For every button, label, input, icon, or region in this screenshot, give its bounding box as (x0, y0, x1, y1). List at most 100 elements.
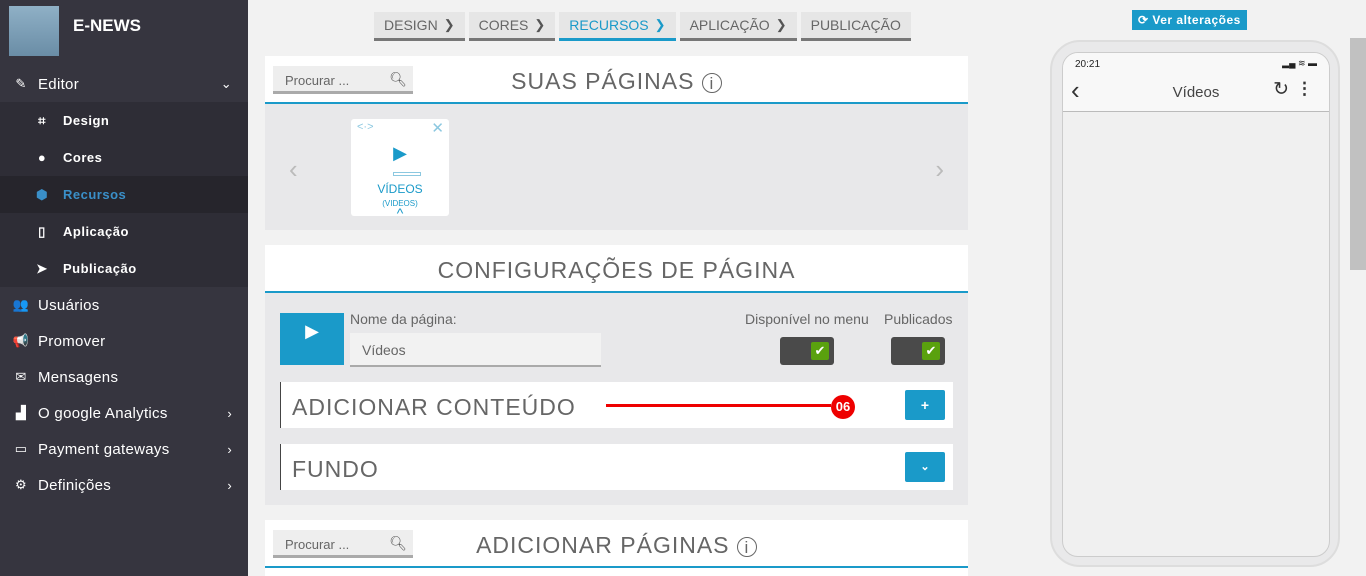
page-icon-button[interactable]: ▶ (280, 313, 344, 365)
users-icon: 👥 (12, 297, 30, 312)
label: RECURSOS (569, 17, 649, 33)
play-icon: ▶ (305, 321, 319, 341)
add-content-button[interactable]: + (905, 390, 945, 420)
sidebar-item-payment[interactable]: ▭ Payment gateways › (0, 431, 248, 467)
credit-card-icon: ▭ (14, 441, 28, 456)
label: CORES (478, 17, 529, 33)
label: PUBLICAÇÃO (810, 17, 901, 33)
close-icon[interactable]: ✕ (431, 119, 444, 137)
label: Ver alterações (1152, 13, 1241, 27)
app-bar: 20:21 ▂▄ ≋ ▬ ‹ Vídeos ↻ ⋮ (1063, 53, 1329, 112)
chevron-down-icon[interactable]: ⌄ (905, 452, 945, 482)
play-icon: ▶ (393, 143, 407, 163)
sidebar-item-editor[interactable]: ✎ Editor ⌄ (0, 66, 248, 102)
sidebar-item-cores[interactable]: ● Cores (0, 139, 248, 176)
step-recursos[interactable]: RECURSOS ❯ (559, 12, 676, 41)
label: Definições (38, 476, 112, 494)
published-toggle[interactable]: ✔ (891, 337, 945, 365)
screen-title: Vídeos (1172, 84, 1220, 101)
menu-available-label: Disponível no menu (745, 311, 869, 327)
menu-available-toggle[interactable]: ✔ (780, 337, 834, 365)
step-design[interactable]: DESIGN ❯ (374, 12, 465, 41)
cube-icon: ⬢ (36, 186, 48, 202)
view-changes-button[interactable]: ⟳ Ver alterações (1132, 10, 1247, 30)
page-config-header: CONFIGURAÇÕES DE PÁGINA (265, 245, 968, 293)
cogs-icon: ⚙ (15, 477, 27, 492)
add-content-row[interactable]: ADICIONAR CONTEÚDO 06 + (280, 382, 953, 428)
info-icon[interactable]: i (701, 73, 722, 93)
chevron-up-icon: ^ (396, 205, 404, 221)
sidebar-item-publicacao[interactable]: ➤ Publicação (0, 250, 248, 287)
divider (265, 566, 968, 568)
label: DESIGN (384, 17, 438, 33)
step-aplicacao[interactable]: APLICAÇÃO ❯ (679, 12, 797, 41)
label: Usuários (38, 296, 100, 314)
add-content-title: ADICIONAR CONTEÚDO (292, 394, 576, 420)
sidebar-item-aplicacao[interactable]: ▯ Aplicação (0, 213, 248, 250)
sidebar-item-recursos[interactable]: ⬢ Recursos (0, 176, 248, 213)
label: Design (63, 113, 110, 128)
title-text: SUAS PÁGINAS (511, 68, 695, 94)
refresh-icon[interactable]: ↻ (1273, 78, 1289, 101)
chevron-right-icon: ❯ (654, 17, 666, 32)
check-icon: ✔ (811, 342, 829, 360)
step-publicacao[interactable]: PUBLICAÇÃO (800, 12, 911, 41)
label: Recursos (63, 187, 127, 202)
slider-icon (393, 172, 421, 176)
sidebar-item-mensagens[interactable]: ✉ Mensagens (0, 359, 248, 395)
step-cores[interactable]: CORES ❯ (468, 12, 556, 41)
title-text: ADICIONAR PÁGINAS (476, 532, 730, 558)
page-name-label: Nome da página: (350, 311, 457, 327)
app-name: E-NEWS (73, 16, 141, 35)
sidebar: E-NEWS ✎ Editor ⌄ ⌗ Design ● Cores ⬢ Recursos… (0, 0, 248, 576)
section-title: CONFIGURAÇÕES DE PÁGINA (437, 257, 796, 283)
label: Promover (38, 332, 106, 350)
card-label: VÍDEOS (377, 182, 423, 196)
chevron-right-icon: ❯ (443, 17, 455, 32)
scrollbar[interactable] (1350, 0, 1366, 576)
scrollbar-thumb[interactable] (1350, 38, 1366, 270)
mobile-icon: ▯ (38, 223, 46, 239)
background-row[interactable]: FUNDO ⌄ (280, 444, 953, 490)
chevron-right-icon: ❯ (534, 17, 546, 32)
more-icon[interactable]: ⋮ (1296, 79, 1313, 99)
crop-icon: ⌗ (38, 112, 46, 128)
drag-icon[interactable]: <·> (357, 121, 374, 133)
background-title: FUNDO (292, 456, 379, 482)
chart-icon: ▟ (15, 405, 27, 420)
info-icon[interactable]: i (736, 537, 757, 557)
annotation-line (606, 404, 831, 407)
carousel-prev-icon[interactable]: ‹ (289, 154, 298, 185)
app-logo (9, 6, 59, 56)
annotation-badge: 06 (831, 395, 855, 419)
palette-icon: ● (37, 150, 47, 165)
status-icons: ▂▄ ≋ ▬ (1282, 58, 1317, 68)
sidebar-item-analytics[interactable]: ▟ O google Analytics › (0, 395, 248, 431)
breadcrumb: DESIGN ❯ CORES ❯ RECURSOS ❯ APLICAÇÃO ❯ PUBL… (374, 12, 911, 41)
paper-plane-icon: ➤ (36, 260, 48, 276)
label: Mensagens (38, 368, 119, 386)
chevron-right-icon: › (227, 441, 232, 457)
label: Aplicação (63, 224, 129, 239)
sidebar-item-definicoes[interactable]: ⚙ Definições › (0, 467, 248, 503)
bullhorn-icon: 📢 (12, 333, 30, 348)
published-label: Publicados (884, 311, 953, 327)
check-icon: ✔ (922, 342, 940, 360)
section-title: ADICIONAR PÁGINAS i (265, 532, 968, 559)
sidebar-item-promover[interactable]: 📢 Promover (0, 323, 248, 359)
chevron-right-icon: › (227, 477, 232, 493)
pages-carousel: ‹ › <·> ✕ ▶ VÍDEOS (VIDEOS) ^ (265, 104, 968, 230)
refresh-icon: ⟳ (1138, 13, 1149, 27)
carousel-next-icon[interactable]: › (935, 154, 944, 185)
label: Publicação (63, 261, 137, 276)
envelope-icon: ✉ (15, 369, 27, 384)
label: Cores (63, 150, 103, 165)
label: Editor (38, 75, 79, 93)
your-pages-header: Procurar ... 🔍︎ SUAS PÁGINAS i (265, 56, 968, 104)
sidebar-item-usuarios[interactable]: 👥 Usuários (0, 287, 248, 323)
pencil-icon: ✎ (15, 76, 27, 91)
page-name-input[interactable]: Vídeos (350, 333, 601, 367)
label: Payment gateways (38, 440, 170, 458)
sidebar-item-design[interactable]: ⌗ Design (0, 102, 248, 139)
page-card-videos[interactable]: <·> ✕ ▶ VÍDEOS (VIDEOS) ^ (351, 119, 449, 221)
